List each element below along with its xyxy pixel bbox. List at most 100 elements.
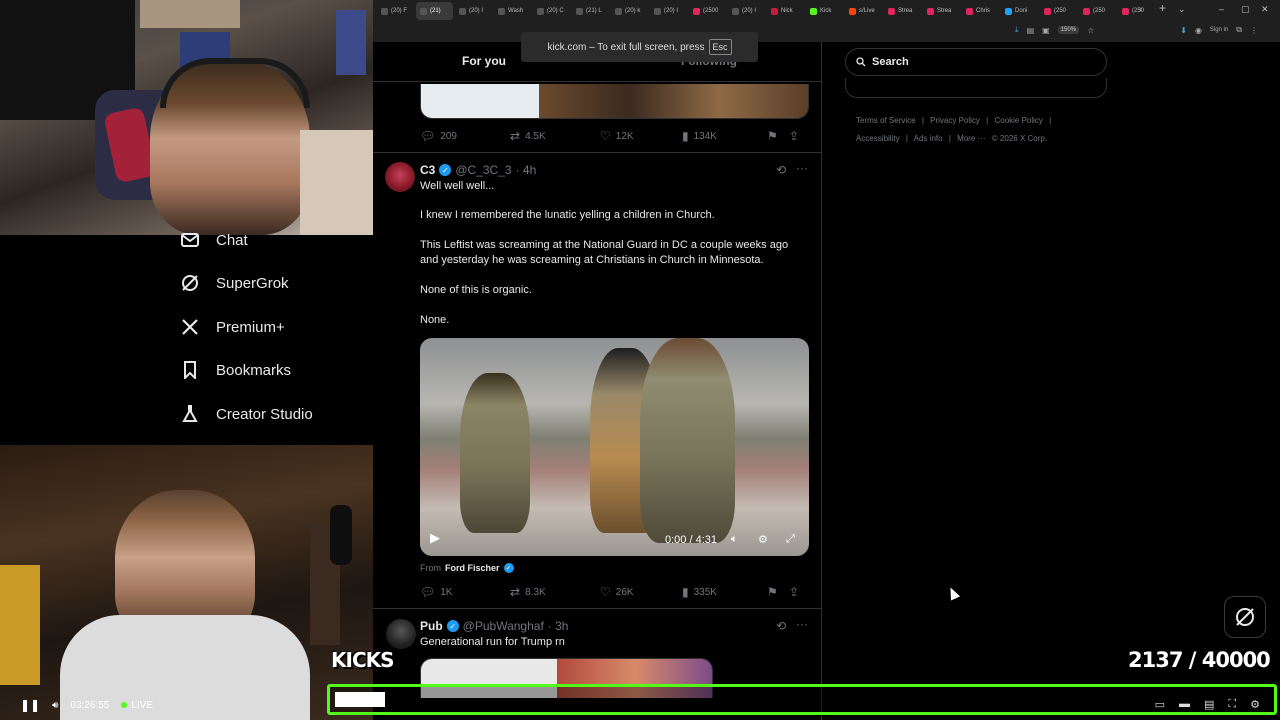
zoom-indicator[interactable]: 150% [1057, 26, 1080, 34]
browser-tab[interactable]: Nick [767, 2, 804, 20]
kicks-goal-count: 2137 / 40000 [1128, 648, 1271, 672]
sidebar-item-supergrok[interactable]: SuperGrok [178, 268, 289, 298]
star-icon[interactable]: ☆ [1087, 26, 1094, 35]
close-icon[interactable]: ✕ [1261, 4, 1269, 15]
reply-button[interactable]: 💬︎ 209 [420, 129, 510, 143]
heart-icon: ♡ [600, 585, 611, 599]
grok-explain-icon[interactable]: ⟲ [776, 619, 786, 633]
browser-tab[interactable]: Kick [806, 2, 843, 20]
tab-favicon-icon [693, 7, 700, 15]
footer-link[interactable]: Cookie Policy [994, 116, 1042, 125]
copyright: © 2026 X Corp. [991, 134, 1048, 143]
browser-tab[interactable]: (20) I [650, 2, 687, 20]
tab-label: (21) [430, 8, 441, 14]
profile-icon[interactable]: ◉ [1195, 26, 1202, 35]
source-name[interactable]: Ford Fischer [445, 563, 500, 573]
browser-tab[interactable]: (21) L [572, 2, 609, 20]
more-options-icon[interactable]: ··· [796, 161, 808, 175]
bookmark-button[interactable]: ⚑ [767, 129, 789, 143]
share-button[interactable]: ⇪ [789, 129, 799, 143]
browser-tab[interactable]: (250 [1118, 2, 1155, 20]
volume-icon[interactable]: 🔈︎ [731, 533, 738, 546]
sidebar-item-chat[interactable]: Chat [178, 225, 248, 255]
browser-tab[interactable]: Strea [923, 2, 960, 20]
sidebar-item-bookmarks[interactable]: Bookmarks [178, 355, 291, 385]
sidebar-item-creator-studio[interactable]: Creator Studio [178, 399, 313, 429]
menu-icon[interactable]: ⋮ [1250, 26, 1258, 35]
reply-button[interactable]: 💬︎ 1K [420, 585, 510, 599]
new-tab-button[interactable]: + [1159, 1, 1166, 15]
volume-icon[interactable]: 🔊︎ [52, 700, 58, 711]
previous-post-media[interactable] [420, 84, 809, 119]
fullscreen-icon[interactable]: ⤢ [786, 533, 795, 546]
pause-icon[interactable]: ❚❚ [20, 698, 40, 712]
share-button[interactable]: ⇪ [789, 585, 799, 599]
repost-button[interactable]: ⇄ 4.5K [510, 129, 600, 143]
grok-explain-icon[interactable]: ⟲ [776, 163, 786, 177]
sidebar-item-premium[interactable]: Premium+ [178, 312, 285, 342]
footer-link[interactable]: Privacy Policy [930, 116, 980, 125]
author-handle[interactable]: @C_3C_3 [455, 163, 511, 177]
post-time[interactable]: · 3h [548, 619, 569, 633]
chat-toggle-icon[interactable]: ▤ [1204, 698, 1214, 711]
settings-icon[interactable]: ⚙ [758, 533, 768, 546]
browser-tab[interactable]: (20) I [455, 2, 492, 20]
like-button[interactable]: ♡ 26K [600, 585, 682, 599]
tab-scroll-icon[interactable]: › [1139, 4, 1142, 14]
footer-link[interactable]: Terms of Service [856, 116, 916, 125]
repost-button[interactable]: ⇄ 8.3K [510, 585, 600, 599]
browser-tab[interactable]: (250 [1079, 2, 1116, 20]
minimize-icon[interactable]: – [1219, 4, 1224, 14]
more-options-icon[interactable]: ··· [796, 617, 808, 631]
browser-tab[interactable]: (2500 [689, 2, 726, 20]
reply-icon: 💬︎ [420, 585, 436, 599]
search-icon [856, 57, 866, 67]
browser-tab[interactable]: Doni [1001, 2, 1038, 20]
browser-tab[interactable]: (20) F [377, 2, 414, 20]
tab-label: (20) C [547, 8, 564, 14]
video-player[interactable]: ▶ 0:00 / 4:31 🔈︎ ⚙ ⤢ [420, 338, 809, 556]
like-button[interactable]: ♡ 12K [600, 129, 682, 143]
reader-icon[interactable]: ▤ [1027, 26, 1035, 35]
extensions-icon[interactable]: ⧉ [1236, 25, 1242, 35]
post-time[interactable]: · 4h [516, 163, 537, 177]
author-handle[interactable]: @PubWanghaf [463, 619, 544, 633]
tab-for-you[interactable]: For you [462, 54, 506, 68]
clip-icon[interactable]: ▭ [1155, 698, 1165, 711]
fullscreen-icon[interactable]: ⛶ [1228, 698, 1236, 711]
bookmark-button[interactable]: ⚑ [767, 585, 789, 599]
grok-button[interactable] [1224, 596, 1266, 638]
views-button[interactable]: ▮ 134K [682, 129, 767, 143]
browser-tab[interactable]: (20) C [533, 2, 570, 20]
maximize-icon[interactable]: ▢ [1241, 4, 1250, 15]
theater-icon[interactable]: ▬ [1179, 698, 1190, 711]
views-button[interactable]: ▮ 335K [682, 585, 767, 599]
tab-label: Chris [976, 8, 991, 14]
browser-tab[interactable]: Chris [962, 2, 999, 20]
download-arrow-icon[interactable]: ⬇ [1180, 26, 1187, 35]
player-right-controls: ▭ ▬ ▤ ⛶ ⚙ [1155, 698, 1260, 711]
browser-tab[interactable]: Wash [494, 2, 531, 20]
settings-icon[interactable]: ⚙ [1250, 698, 1260, 711]
author-name[interactable]: Pub [420, 619, 443, 633]
signin-label[interactable]: Sign in [1210, 27, 1228, 33]
author-name[interactable]: C3 [420, 163, 435, 177]
avatar[interactable] [386, 619, 416, 649]
browser-tab[interactable]: (21) [416, 2, 453, 20]
footer-link[interactable]: Ads info [914, 134, 943, 143]
browser-tab[interactable]: (20) k [611, 2, 648, 20]
search-input[interactable]: Search [845, 48, 1107, 76]
footer-link[interactable]: More ··· [957, 134, 985, 143]
download-icon[interactable]: ⤓ [1015, 25, 1019, 35]
picture-icon[interactable]: ▣ [1042, 26, 1050, 35]
tab-list-icon[interactable]: ⌄ [1178, 4, 1186, 15]
tab-favicon-icon [1083, 7, 1090, 15]
browser-tab[interactable]: (20) I [728, 2, 765, 20]
footer-link[interactable]: Accessibility [856, 134, 900, 143]
browser-tab[interactable]: (250 [1040, 2, 1077, 20]
play-icon[interactable]: ▶ [430, 530, 440, 546]
browser-tab[interactable]: s/Live [845, 2, 882, 20]
video-figure [640, 338, 735, 543]
avatar[interactable] [385, 162, 415, 192]
browser-tab[interactable]: Strea [884, 2, 921, 20]
